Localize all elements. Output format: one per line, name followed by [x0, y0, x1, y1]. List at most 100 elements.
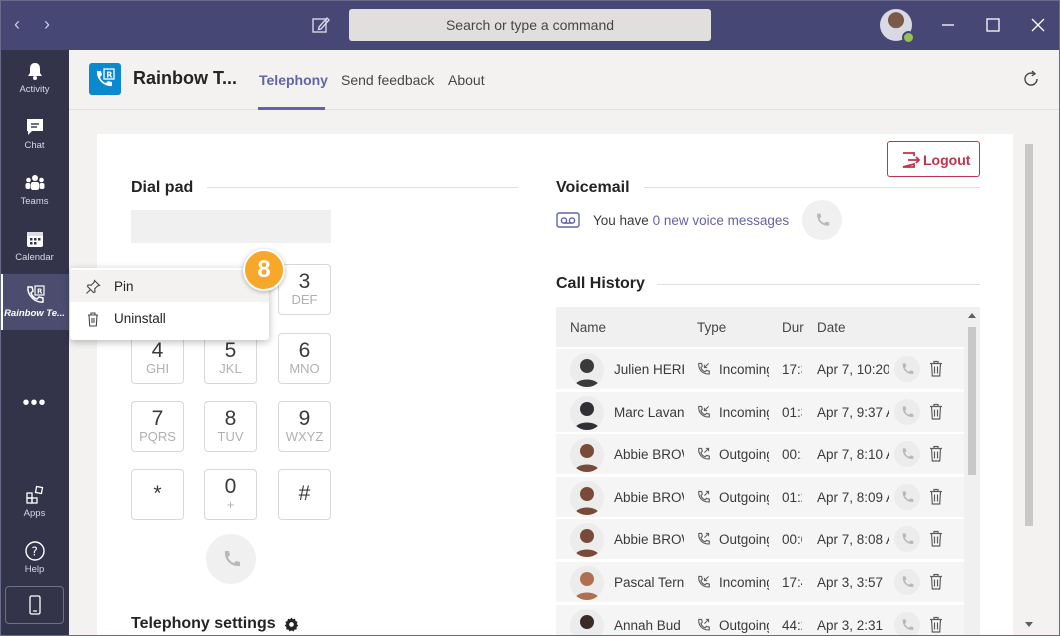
delete-icon[interactable]: [929, 573, 943, 590]
table-row[interactable]: Pascal Terna Incoming 17:4 Apr 3, 3:57: [556, 562, 964, 602]
call-back-button[interactable]: [894, 569, 920, 595]
tab-telephony[interactable]: Telephony: [259, 72, 328, 88]
delete-icon[interactable]: [929, 403, 943, 420]
back-button[interactable]: ‹: [14, 14, 20, 34]
avatar: [570, 395, 604, 430]
rainbow-phone-icon: R: [26, 285, 45, 303]
call-button[interactable]: [206, 534, 256, 584]
rail-item-teams[interactable]: Teams: [0, 162, 69, 218]
rail-item-calendar[interactable]: Calendar: [0, 218, 69, 274]
divider: [657, 284, 980, 285]
history-scrollbar[interactable]: [964, 307, 980, 636]
phone-icon: [902, 533, 914, 545]
phone-icon: [902, 405, 914, 417]
table-row[interactable]: Abbie BROWN Outgoing 00:1 Apr 7, 8:10 A: [556, 434, 964, 475]
scroll-down-icon[interactable]: [1025, 622, 1033, 627]
active-tab-indicator: [258, 107, 325, 110]
dial-key-3[interactable]: 3 DEF: [278, 264, 331, 315]
minimize-icon[interactable]: [938, 15, 958, 35]
delete-icon[interactable]: [929, 616, 943, 633]
avatar[interactable]: [880, 9, 915, 44]
call-back-button[interactable]: [894, 398, 920, 425]
logout-button[interactable]: Logout: [887, 141, 980, 177]
outgoing-call-icon: [698, 490, 710, 503]
rail-item-help[interactable]: ? Help: [0, 530, 69, 586]
logout-label: Logout: [923, 152, 971, 168]
rail-label: Calendar: [15, 252, 54, 263]
dial-key-4[interactable]: 4 GHI: [131, 333, 184, 384]
gear-icon[interactable]: [284, 617, 299, 632]
column-duration[interactable]: Dur: [782, 320, 804, 335]
table-row[interactable]: Annah Bud Outgoing 44:2 Apr 3, 2:31: [556, 604, 964, 636]
call-history-header: Name Type Dur Date: [556, 307, 964, 347]
dial-key-9[interactable]: 9 WXYZ: [278, 401, 331, 452]
dial-number-input[interactable]: [131, 210, 331, 243]
voicemail-call-button[interactable]: [802, 200, 842, 240]
logout-icon: [902, 152, 921, 168]
delete-icon[interactable]: [929, 530, 943, 547]
table-row[interactable]: Julien HERR Incoming 17:3 Apr 7, 10:20: [556, 349, 964, 389]
voicemail-link[interactable]: 0 new voice messages: [653, 213, 790, 228]
scroll-up-icon[interactable]: [968, 313, 976, 318]
call-duration: 00:0: [782, 532, 802, 548]
call-history-title: Call History: [556, 275, 645, 292]
dial-key-0[interactable]: 0 +: [204, 469, 257, 520]
refresh-icon[interactable]: [1021, 69, 1041, 89]
column-type[interactable]: Type: [697, 320, 726, 335]
dial-key-star[interactable]: *: [131, 469, 184, 520]
svg-text:?: ?: [31, 545, 37, 559]
rail-item-rainbow[interactable]: R Rainbow Te...: [0, 274, 69, 330]
dial-key-hash[interactable]: #: [278, 469, 331, 520]
voicemail-status: You have 0 new voice messages: [593, 213, 790, 228]
avatar: [570, 480, 604, 515]
search-input[interactable]: Search or type a command: [349, 9, 711, 41]
phone-icon: [902, 363, 914, 374]
call-back-button[interactable]: [894, 483, 920, 510]
dial-key-5[interactable]: 5 JKL: [204, 333, 257, 384]
phone-icon: [224, 551, 240, 567]
call-date: Apr 7, 10:20: [817, 362, 889, 377]
column-date[interactable]: Date: [817, 320, 846, 335]
delete-icon[interactable]: [929, 445, 943, 462]
call-back-button[interactable]: [894, 441, 920, 468]
call-duration: 00:1: [782, 447, 802, 463]
rail-item-chat[interactable]: Chat: [0, 106, 69, 162]
scroll-thumb[interactable]: [1025, 144, 1033, 526]
page-scrollbar[interactable]: [1019, 134, 1039, 636]
close-icon[interactable]: [1028, 15, 1048, 35]
dial-key-7[interactable]: 7 PQRS: [131, 401, 184, 452]
call-type: Incoming: [719, 575, 769, 590]
scroll-thumb[interactable]: [968, 327, 976, 475]
delete-icon[interactable]: [929, 488, 943, 505]
tab-about[interactable]: About: [448, 72, 485, 88]
column-name[interactable]: Name: [570, 320, 606, 335]
help-icon: ?: [24, 541, 45, 561]
more-apps-button[interactable]: •••: [0, 392, 69, 415]
device-button[interactable]: [5, 586, 64, 624]
table-row[interactable]: Abbie BROWN Outgoing 01:2 Apr 7, 8:09 A: [556, 476, 964, 517]
call-duration: 01:2: [782, 489, 802, 505]
dial-key-8[interactable]: 8 TUV: [204, 401, 257, 452]
maximize-icon[interactable]: [983, 15, 1003, 35]
bell-icon: [27, 63, 42, 80]
menu-item-uninstall[interactable]: Uninstall: [70, 302, 269, 334]
tab-send-feedback[interactable]: Send feedback: [341, 72, 434, 88]
table-row[interactable]: Marc Lavan Incoming 01:3 Apr 7, 9:37 A: [556, 391, 964, 432]
step-badge: 8: [243, 249, 285, 291]
compose-icon[interactable]: [310, 14, 332, 36]
delete-icon[interactable]: [929, 360, 943, 377]
calendar-icon: [26, 232, 43, 247]
menu-item-pin[interactable]: Pin: [70, 270, 269, 302]
call-back-button[interactable]: [894, 611, 920, 636]
divider: [644, 187, 980, 188]
forward-button[interactable]: ›: [44, 14, 50, 34]
call-back-button[interactable]: [894, 526, 920, 553]
svg-text:R: R: [106, 70, 112, 79]
table-row[interactable]: Abbie BROWN Outgoing 00:0 Apr 7, 8:08 A: [556, 519, 964, 560]
call-back-button[interactable]: [894, 356, 920, 382]
app-rail: Activity Chat Teams Calendar R Rainbow T…: [0, 50, 69, 636]
dial-key-6[interactable]: 6 MNO: [278, 333, 331, 384]
rail-item-apps[interactable]: Apps: [0, 474, 69, 530]
call-date: Apr 7, 9:37 A: [817, 404, 889, 420]
rail-item-activity[interactable]: Activity: [0, 50, 69, 106]
